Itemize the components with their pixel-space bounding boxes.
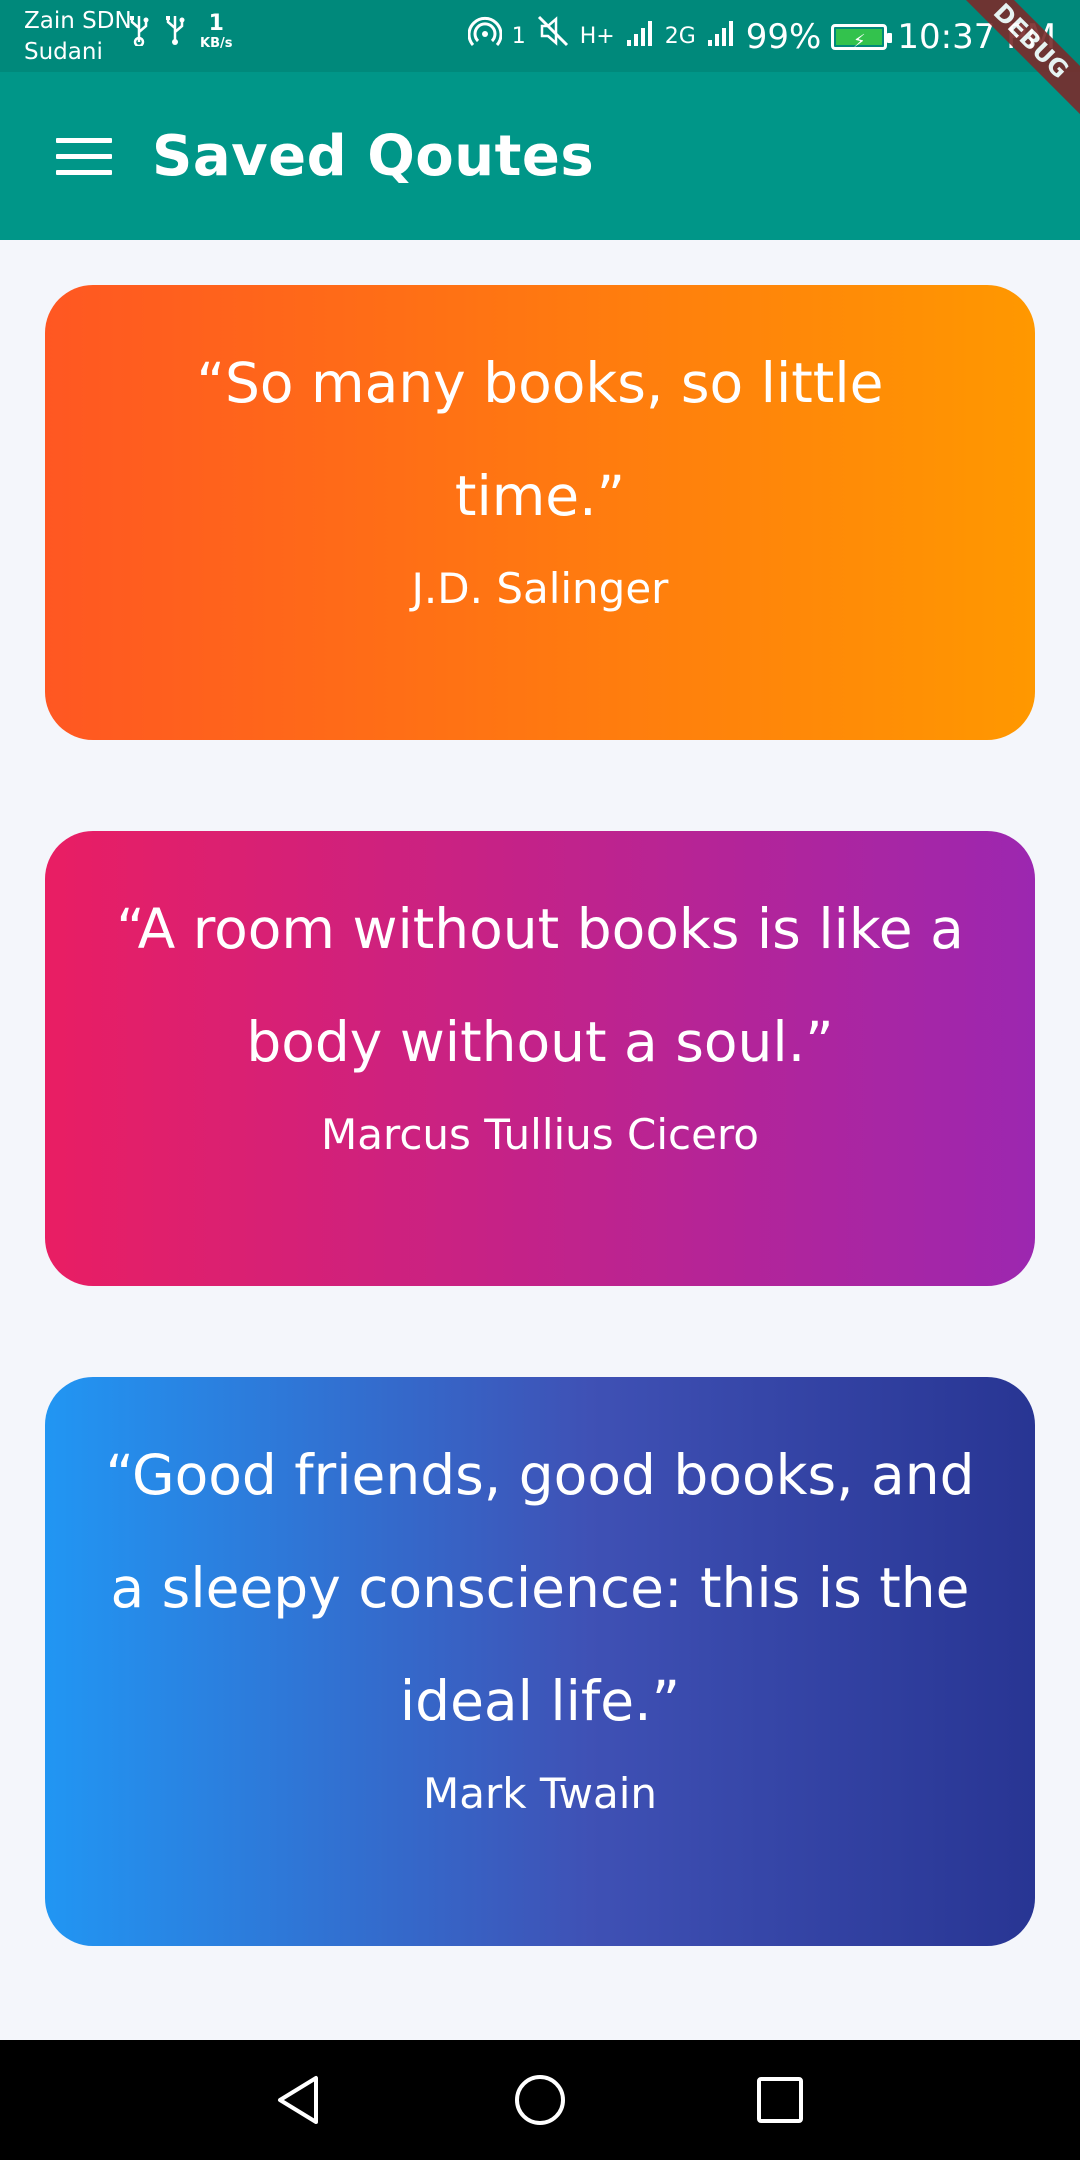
status-bar: Zain SDN Sudani 1 KB/s 1 H+ 2G 99% ⚡ 10:… [0, 0, 1080, 72]
circle-home-icon [515, 2075, 565, 2125]
recents-button[interactable] [750, 2070, 810, 2130]
quote-author: Mark Twain [423, 1769, 657, 1818]
notification-icons: 1 KB/s [128, 11, 233, 54]
quote-card[interactable]: “So many books, so little time.” J.D. Sa… [45, 285, 1035, 740]
menu-icon[interactable] [56, 138, 112, 178]
quote-author: J.D. Salinger [411, 564, 669, 613]
quote-text: “A room without books is like a body wit… [116, 897, 964, 1074]
quote-card[interactable]: “A room without books is like a body wit… [45, 831, 1035, 1286]
carrier-line1: Zain SDN [24, 8, 132, 34]
hotspot-count: 1 [511, 23, 526, 49]
network-speed-value: 1 [208, 11, 224, 36]
battery-percent: 99% [745, 16, 822, 57]
battery-icon: ⚡ [831, 23, 893, 52]
mute-icon [536, 14, 570, 59]
usb-icon [164, 14, 186, 54]
quote-text: “So many books, so little time.” [196, 351, 884, 528]
square-recents-icon [757, 2077, 803, 2123]
carrier-label: Zain SDN Sudani [24, 6, 132, 68]
network-speed-unit: KB/s [200, 36, 233, 51]
network-speed: 1 KB/s [200, 11, 233, 52]
quote-text: “Good friends, good books, and a sleepy … [105, 1443, 975, 1733]
carrier-line2: Sudani [24, 39, 103, 65]
usb-icon [128, 14, 150, 54]
page-title: Saved Qoutes [152, 124, 595, 189]
hotspot-icon [467, 14, 503, 59]
quote-card[interactable]: “Good friends, good books, and a sleepy … [45, 1377, 1035, 1946]
network-type-1: H+ [579, 23, 615, 49]
back-button[interactable] [270, 2070, 330, 2130]
quote-author: Marcus Tullius Cicero [321, 1110, 759, 1159]
home-button[interactable] [510, 2070, 570, 2130]
triangle-back-icon [278, 2076, 318, 2124]
navigation-bar [0, 2040, 1080, 2160]
app-bar: Saved Qoutes [0, 72, 1080, 240]
signal-icon [706, 15, 736, 59]
signal-icon [625, 15, 655, 59]
network-type-2: 2G [664, 23, 696, 49]
system-status-icons: 1 H+ 2G 99% ⚡ 10:37 PM [467, 14, 1056, 59]
